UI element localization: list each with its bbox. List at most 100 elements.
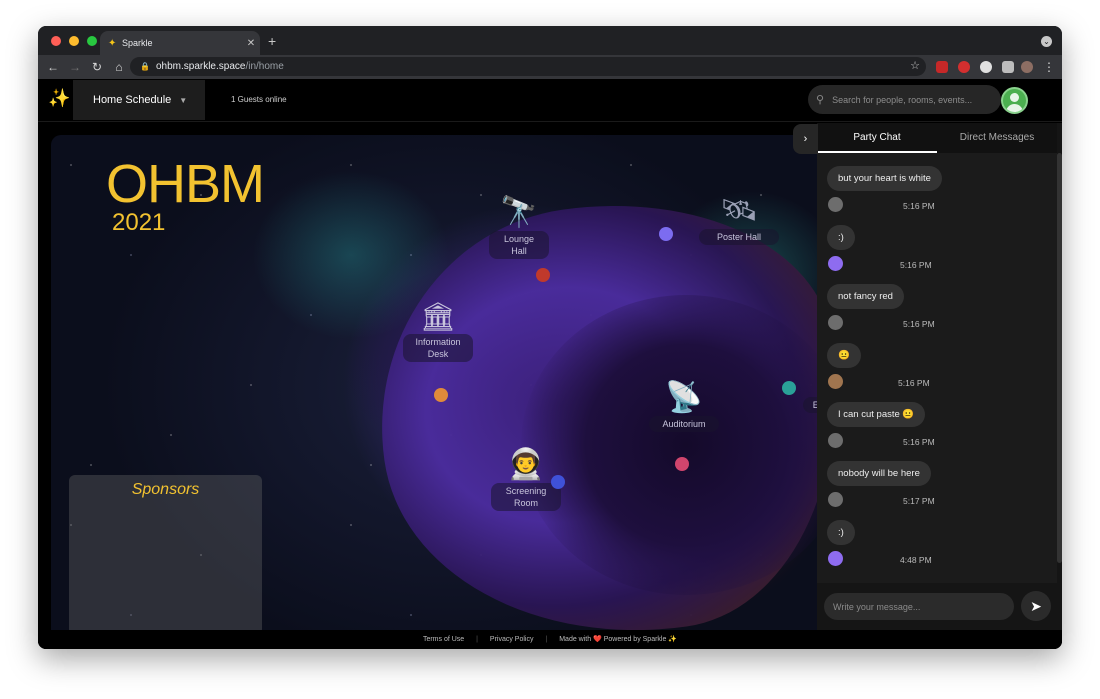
browser-toolbar: ← → ↻ ⌂ 🔒 ohbm.sparkle.space /in/home ☆ …	[38, 55, 1062, 79]
schedule-label: Home Schedule	[93, 94, 172, 106]
page-footer: Terms of Use | Privacy Policy | Made wit…	[38, 630, 1062, 649]
browser-window: ✦ Sparkle ✕ + ⌄ ← → ↻ ⌂ 🔒 ohbm.sparkle.s…	[38, 26, 1062, 649]
satellite-icon: 🛰	[719, 194, 759, 227]
message-bubble: but your heart is white	[827, 166, 942, 191]
asteroid-shadow	[521, 295, 848, 595]
privacy-link[interactable]: Privacy Policy	[490, 636, 534, 643]
venue-lounge-hall[interactable]: 🔭 Lounge Hall	[489, 195, 549, 259]
user-dot[interactable]	[675, 457, 689, 471]
venue-label-line: Room	[513, 498, 538, 508]
venue-information-desk[interactable]: 🏛 Information Desk	[403, 300, 473, 362]
sponsors-title: Sponsors	[131, 481, 200, 498]
venue-label: Auditorium	[649, 416, 719, 432]
zoom-window-button[interactable]	[87, 36, 97, 46]
venue-label: Poster Hall	[699, 229, 779, 245]
sender-avatar[interactable]	[828, 433, 843, 448]
message-time: 5:16 PM	[903, 319, 935, 329]
message-time: 5:16 PM	[903, 201, 935, 211]
rover-icon: 📡	[665, 381, 703, 414]
message-list[interactable]: but your heart is white 5:16 PM :) 5:16 …	[817, 153, 1057, 583]
search-icon: ⚲	[816, 94, 825, 106]
sparkle-logo-icon[interactable]: ✨	[48, 88, 70, 109]
venue-label: Lounge Hall	[489, 231, 549, 259]
sparkle-icon: ✦	[108, 37, 117, 49]
sender-avatar[interactable]	[828, 374, 843, 389]
search-input[interactable]	[832, 94, 993, 105]
sponsors-panel[interactable]: Sponsors	[69, 475, 262, 630]
minimize-window-button[interactable]	[69, 36, 79, 46]
venue-map[interactable]: OHBM 2021 🔭 Lounge Hall 🛰 Poster Hall 🏛	[51, 135, 848, 630]
message-time: 5:17 PM	[903, 496, 935, 506]
profile-avatar[interactable]	[1021, 61, 1033, 73]
close-window-button[interactable]	[51, 36, 61, 46]
event-title: OHBM	[106, 154, 265, 214]
extension-adblock-icon[interactable]	[958, 61, 970, 73]
app-navbar: ✨ Home Schedule ▼ 1 Guests online ⚲	[38, 79, 1062, 122]
user-dot[interactable]	[434, 388, 448, 402]
sender-avatar[interactable]	[828, 492, 843, 507]
user-avatar[interactable]	[1001, 87, 1028, 114]
sender-avatar[interactable]	[828, 315, 843, 330]
chevron-down-icon: ▼	[179, 95, 188, 105]
tab-strip: ✦ Sparkle ✕ + ⌄	[38, 26, 1062, 55]
venue-label-line: Lounge	[503, 234, 535, 244]
footer-separator: |	[545, 636, 548, 643]
tab-direct-messages[interactable]: Direct Messages	[937, 123, 1057, 153]
message-bubble: 😐	[827, 343, 861, 368]
home-schedule-button[interactable]: Home Schedule ▼	[73, 80, 205, 120]
close-icon[interactable]: ✕	[242, 38, 260, 49]
lock-icon: 🔒	[140, 62, 150, 71]
event-year: 2021	[112, 209, 166, 236]
guests-online-count[interactable]: 1 Guests online	[231, 95, 287, 104]
venue-label-line: Information	[415, 337, 461, 347]
user-dot[interactable]	[659, 227, 673, 241]
collapse-chat-button[interactable]: ›	[793, 124, 818, 154]
message-time: 5:16 PM	[900, 260, 932, 270]
footer-separator: |	[476, 636, 478, 643]
message-time: 4:48 PM	[900, 555, 932, 565]
address-bar[interactable]: 🔒 ohbm.sparkle.space /in/home ☆	[130, 57, 926, 76]
message-time: 5:16 PM	[903, 437, 935, 447]
observatory-icon: 🔭	[500, 196, 538, 229]
url-host: ohbm.sparkle.space	[155, 61, 246, 72]
venue-poster-hall[interactable]: 🛰 Poster Hall	[699, 193, 779, 245]
tab-party-chat[interactable]: Party Chat	[817, 123, 937, 153]
puzzle-icon[interactable]	[1002, 61, 1014, 73]
message-input[interactable]	[824, 593, 1014, 620]
arrow-left-icon[interactable]: ←	[42, 60, 64, 74]
reload-icon[interactable]: ↻	[86, 60, 108, 74]
home-icon[interactable]: ⌂	[108, 60, 130, 74]
url-path: /in/home	[245, 61, 284, 72]
sender-avatar[interactable]	[828, 197, 843, 212]
info-desk-icon: 🏛	[420, 301, 456, 332]
message-bubble: :)	[827, 520, 855, 545]
chat-scrollbar[interactable]	[1057, 153, 1062, 563]
user-dot[interactable]	[551, 475, 565, 489]
message-bubble: :)	[827, 225, 855, 250]
arrow-right-icon[interactable]: →	[64, 60, 86, 74]
venue-label: Information Desk	[403, 334, 473, 362]
message-bubble: I can cut paste 😐	[827, 402, 926, 427]
venue-label-line: Hall	[511, 246, 527, 256]
extension-record-icon[interactable]	[980, 61, 992, 73]
venue-auditorium[interactable]: 📡 Auditorium	[649, 380, 719, 432]
extension-lastpass-icon[interactable]	[936, 61, 948, 73]
user-dot[interactable]	[782, 381, 796, 395]
terms-link[interactable]: Terms of Use	[423, 636, 464, 643]
made-with-text[interactable]: Made with ❤️ Powered by Sparkle ✨	[559, 636, 677, 643]
window-controls	[51, 36, 97, 46]
kebab-menu-icon[interactable]: ⋮	[1038, 60, 1060, 74]
browser-tab[interactable]: ✦ Sparkle ✕	[100, 31, 260, 55]
search-box[interactable]: ⚲	[808, 85, 1001, 114]
send-icon[interactable]: ➤	[1021, 591, 1051, 621]
chat-tabs: Party Chat Direct Messages	[817, 123, 1057, 153]
message-time: 5:16 PM	[898, 378, 930, 388]
sender-avatar[interactable]	[828, 256, 843, 271]
tab-search-icon[interactable]: ⌄	[1041, 36, 1052, 47]
chat-sidebar: Party Chat Direct Messages but your hear…	[817, 123, 1062, 649]
star-icon[interactable]: ☆	[910, 59, 920, 72]
plus-icon[interactable]: +	[268, 33, 276, 49]
user-dot[interactable]	[536, 268, 550, 282]
sparkle-page: ✨ Home Schedule ▼ 1 Guests online ⚲ OHBM…	[38, 79, 1062, 649]
sender-avatar[interactable]	[828, 551, 843, 566]
